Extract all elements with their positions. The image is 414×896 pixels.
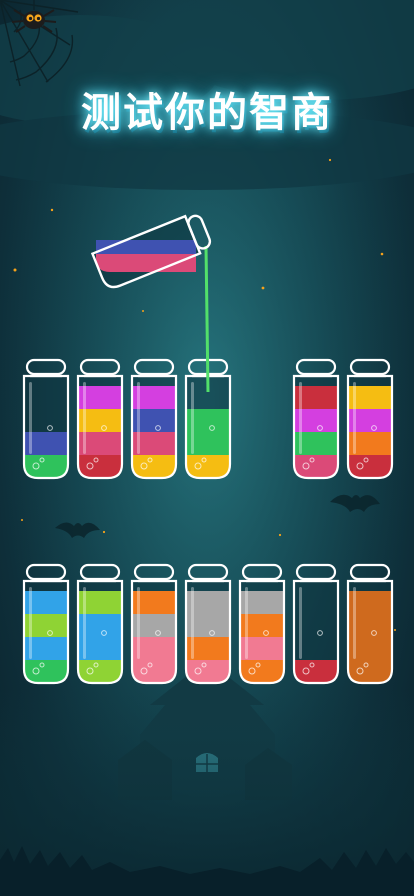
tube-bottom-3[interactable] [130, 563, 178, 699]
tube-highlight [29, 382, 32, 454]
pour-stream [204, 245, 210, 393]
tube-top-3[interactable] [130, 358, 178, 494]
tube-highlight [353, 382, 356, 454]
tube-top-7[interactable] [346, 358, 394, 494]
page-title: 测试你的智商 [81, 90, 333, 136]
tube-bottom-2[interactable] [76, 563, 124, 699]
tube-highlight [29, 587, 32, 659]
tube-highlight [299, 382, 302, 454]
tube-top-2[interactable] [76, 358, 124, 494]
tube-highlight [191, 382, 194, 454]
tube-highlight [299, 587, 302, 659]
tube-highlight [353, 587, 356, 659]
tube-bottom-4[interactable] [184, 563, 232, 699]
tube-bottom-7[interactable] [346, 563, 394, 699]
tube-highlight [137, 587, 140, 659]
tube-bottom-6[interactable] [292, 563, 340, 699]
tube-top-1[interactable] [22, 358, 70, 494]
tube-top-6[interactable] [292, 358, 340, 494]
tube-highlight [137, 382, 140, 454]
tube-highlight [83, 382, 86, 454]
tube-bottom-5[interactable] [238, 563, 286, 699]
tube-highlight [83, 587, 86, 659]
tube-highlight [245, 587, 248, 659]
tube-bottom-1[interactable] [22, 563, 70, 699]
tube-highlight [191, 587, 194, 659]
